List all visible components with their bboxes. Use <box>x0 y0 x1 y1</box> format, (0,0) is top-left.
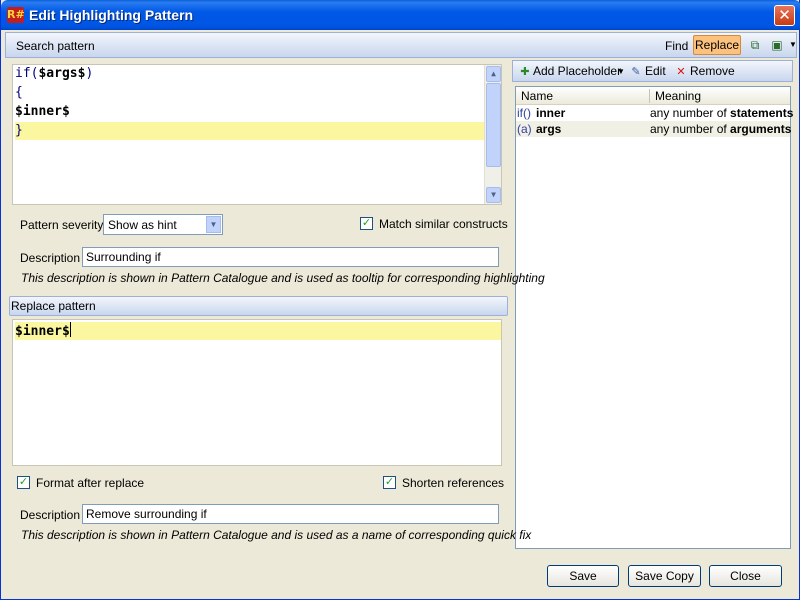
pattern-severity-label: Pattern severity <box>20 218 104 232</box>
dialog-window: R# Edit Highlighting Pattern ✕ Search pa… <box>0 0 800 600</box>
match-similar-checkbox[interactable]: ✓ <box>360 217 373 230</box>
placeholder-meaning: any number of statements <box>650 106 794 120</box>
format-after-replace-checkbox[interactable]: ✓ <box>17 476 30 489</box>
title-bar[interactable]: R# Edit Highlighting Pattern ✕ <box>1 0 800 30</box>
scroll-down-icon[interactable]: ▼ <box>486 187 501 203</box>
format-after-replace-label: Format after replace <box>36 476 145 490</box>
placeholder-meaning: any number of arguments <box>650 122 792 136</box>
dropdown-arrow-icon[interactable]: ▼ <box>784 37 800 53</box>
placeholder-row[interactable]: if() inner any number of statements <box>516 105 794 121</box>
replace-pattern-label: Replace pattern <box>11 299 96 313</box>
replace-pattern-bar: Replace pattern <box>9 296 508 316</box>
add-placeholder-button[interactable]: Add Placeholder <box>533 64 621 78</box>
search-description-hint: This description is shown in Pattern Cat… <box>21 271 545 285</box>
code-line: $inner$ <box>15 322 501 340</box>
pattern-severity-value: Show as hint <box>108 218 177 232</box>
placeholder-row[interactable]: (a) args any number of arguments <box>516 121 792 137</box>
remove-icon: ✕ <box>676 66 686 78</box>
search-description-input[interactable]: Surrounding if <box>82 247 499 267</box>
placeholder-list[interactable]: Name Meaning if() inner any number of st… <box>515 86 794 549</box>
replace-description-label: Description <box>20 508 81 522</box>
replace-pattern-editor[interactable]: $inner$ <box>12 319 502 466</box>
add-placeholder-icon: ✚ <box>520 66 530 78</box>
search-description-label: Description <box>20 251 81 265</box>
column-name-header[interactable]: Name <box>521 89 553 103</box>
text-caret <box>69 322 71 337</box>
scroll-thumb[interactable] <box>486 83 501 167</box>
app-logo-icon: R# <box>7 7 25 23</box>
placeholder-name: inner <box>536 106 566 120</box>
scroll-up-icon[interactable]: ▲ <box>486 66 501 82</box>
close-button[interactable]: Close <box>709 565 782 587</box>
code-line: if($args$) <box>15 66 94 81</box>
chevron-down-icon[interactable]: ▼ <box>614 65 628 79</box>
placeholder-toolbar: ✚ Add Placeholder ▼ ✎ Edit ✕ Remove <box>512 60 793 82</box>
placeholder-name: args <box>536 122 562 136</box>
window-title: Edit Highlighting Pattern <box>29 7 194 23</box>
search-pattern-bar: Search pattern Find Replace ⧉ ▣ ▼ <box>5 32 797 58</box>
chevron-down-icon[interactable]: ▼ <box>206 216 221 233</box>
code-line: } <box>15 122 485 140</box>
remove-placeholder-button[interactable]: Remove <box>690 64 735 78</box>
save-copy-button[interactable]: Save Copy <box>628 565 701 587</box>
shorten-references-label: Shorten references <box>402 476 505 490</box>
edit-placeholder-button[interactable]: Edit <box>645 64 666 78</box>
editor-scrollbar[interactable]: ▲ ▼ <box>484 65 501 204</box>
column-meaning-header[interactable]: Meaning <box>655 89 701 103</box>
edit-icon: ✎ <box>631 66 641 78</box>
column-divider[interactable] <box>649 89 650 103</box>
find-mode-button[interactable]: Find <box>665 39 688 53</box>
match-similar-label: Match similar constructs <box>379 217 508 231</box>
argument-placeholder-icon: (a) <box>517 122 532 136</box>
search-pattern-editor[interactable]: if($args$){$inner$} ▲ ▼ <box>12 64 502 205</box>
save-button[interactable]: Save <box>547 565 619 587</box>
list-header: Name Meaning <box>516 87 790 105</box>
code-line: { <box>15 85 23 100</box>
code-line: $inner$ <box>15 104 70 119</box>
pattern-severity-select[interactable]: Show as hint ▼ <box>103 214 223 235</box>
replace-mode-button[interactable]: Replace <box>693 35 741 55</box>
statement-placeholder-icon: if() <box>517 106 531 120</box>
shorten-references-checkbox[interactable]: ✓ <box>383 476 396 489</box>
search-pattern-label: Search pattern <box>16 39 95 53</box>
replace-description-input[interactable]: Remove surrounding if <box>82 504 499 524</box>
copy-icon[interactable]: ⧉ <box>746 37 764 53</box>
replace-description-hint: This description is shown in Pattern Cat… <box>21 528 532 542</box>
close-window-button[interactable]: ✕ <box>774 5 795 26</box>
